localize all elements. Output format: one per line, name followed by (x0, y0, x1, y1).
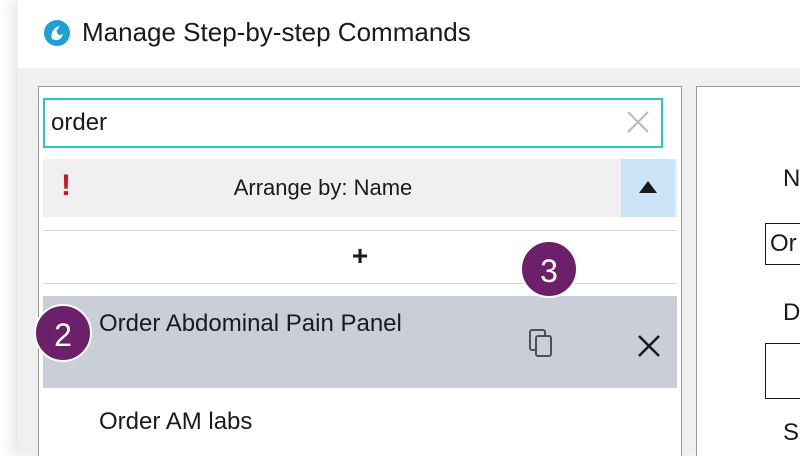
name-field-label: N (783, 165, 800, 192)
name-field-value: Or (770, 230, 797, 257)
sort-order-button[interactable] (621, 159, 675, 217)
search-input[interactable] (45, 100, 611, 146)
list-item[interactable]: Order Abdominal Pain Panel (43, 296, 677, 388)
triangle-up-icon (639, 181, 657, 193)
add-command-button[interactable]: + (43, 230, 677, 284)
arrange-by-label[interactable]: Arrange by: Name (43, 159, 603, 217)
command-label: Order Abdominal Pain Panel (99, 310, 402, 337)
window-title: Manage Step-by-step Commands (82, 17, 471, 47)
add-command-label: + (351, 240, 369, 271)
search-box[interactable] (43, 98, 663, 148)
description-field[interactable] (765, 343, 800, 399)
command-details-panel: N Or D Sp (696, 86, 800, 456)
command-label: Order AM labs (99, 408, 253, 435)
description-field-label: D (783, 299, 800, 326)
callout-badge-3: 3 (520, 240, 578, 298)
spec-field-label: Sp (783, 419, 800, 446)
name-field[interactable]: Or (765, 223, 800, 265)
title-bar: Manage Step-by-step Commands (18, 0, 800, 68)
dragon-app-icon (44, 20, 70, 46)
arrange-by-bar[interactable]: ! Arrange by: Name (43, 159, 677, 217)
manage-commands-window: Manage Step-by-step Commands ! Arrange b… (18, 0, 800, 456)
commands-list-panel: ! Arrange by: Name + Order Abdominal Pai… (38, 86, 682, 456)
copy-icon[interactable] (526, 328, 556, 360)
close-icon[interactable] (637, 334, 661, 358)
callout-badge-2: 2 (34, 304, 92, 362)
list-item[interactable]: Order AM labs (43, 388, 677, 456)
close-icon[interactable] (625, 109, 651, 135)
